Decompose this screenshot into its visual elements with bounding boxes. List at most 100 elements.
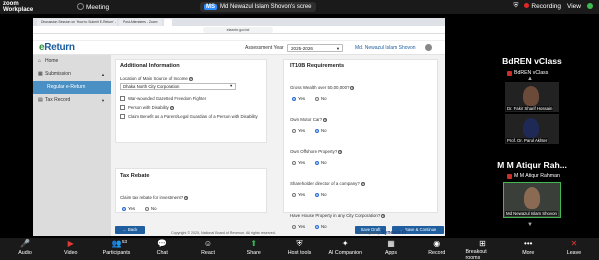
participant-label: M M Atiqur Rahman xyxy=(507,173,560,179)
chevron-down-icon[interactable]: ▼ xyxy=(527,222,533,228)
toolbar-label: Leave xyxy=(566,250,582,256)
radio-yes[interactable]: Yes xyxy=(292,96,305,101)
help-icon[interactable]: ? xyxy=(323,118,328,122)
browser-tab-active[interactable] xyxy=(163,19,172,26)
assessment-year-label: Assessment Year xyxy=(245,45,284,51)
toolbar-share-button[interactable]: ⬆ Share xyxy=(237,238,271,260)
sidebar-item-submission[interactable]: ▦ Submission ▲ xyxy=(33,68,111,81)
radio-no[interactable]: No xyxy=(315,96,327,101)
radio-no[interactable]: No xyxy=(315,128,327,133)
video-icon: ▶ xyxy=(67,239,74,248)
video-tile[interactable]: Dr. Fakir Sharif Hossain xyxy=(505,82,559,112)
toolbar-record-button[interactable]: ◉ Record xyxy=(420,238,454,260)
recording-indicator[interactable]: Recording xyxy=(524,2,561,10)
bookmarks-bar xyxy=(33,34,445,41)
help-icon[interactable]: ? xyxy=(169,106,174,110)
chevron-down-icon: ▼ xyxy=(101,98,105,103)
toolbar-breakout-rooms-button[interactable]: ⊞ Breakout rooms xyxy=(466,238,500,260)
avatar[interactable] xyxy=(425,44,432,51)
checkbox-freedom-fighter[interactable]: War-wounded Gazetted Freedom Fighter xyxy=(120,96,262,101)
submission-icon: ▦ xyxy=(38,71,43,77)
sidebar: ⌂ Home ▦ Submission ▲ Regular e-Return ▤ Tax… xyxy=(33,55,111,236)
audio-icon: 🎤 xyxy=(20,239,30,248)
zoom-logo: zoom Workplace xyxy=(3,1,34,13)
participants-icon: 👥 xyxy=(111,239,122,248)
chevron-down-icon: ▼ xyxy=(229,84,233,88)
address-bar[interactable]: etaxnbr.gov.bd xyxy=(33,26,445,34)
sidebar-item-home[interactable]: ⌂ Home xyxy=(33,55,111,68)
toolbar-video-button[interactable]: ▶ Video xyxy=(54,238,88,260)
chevron-up-icon[interactable]: ▲ xyxy=(527,76,533,82)
apps-icon: ▦ xyxy=(387,239,395,248)
mic-muted-icon xyxy=(507,173,512,179)
radio-no[interactable]: No xyxy=(315,224,327,229)
main-content: Additional Information Location of Main … xyxy=(111,55,445,236)
checkbox-guardian[interactable]: Claim Benefit as a Parent/Legal Guardian… xyxy=(120,114,262,119)
toolbar-label: Video xyxy=(64,250,78,256)
help-icon[interactable]: ? xyxy=(360,182,365,186)
active-speaker-tile[interactable]: Md Newazul Islam Shovon xyxy=(503,182,561,218)
radio-no[interactable]: No xyxy=(315,160,327,165)
location-select[interactable]: Dhaka North City Corporation ▼ xyxy=(120,83,236,90)
radio-yes[interactable]: Yes xyxy=(292,192,305,197)
question-shareholder-director: Shareholder director of a company?? xyxy=(290,181,365,186)
meeting-toolbar: 🎤 Audio ▶ Video 👥 53 Participants 💬 Chat ☺ React ⬆ S… xyxy=(0,238,599,260)
more-icon: ••• xyxy=(524,239,533,248)
leave-icon: ✕ xyxy=(570,239,578,248)
shield-icon: ⛨ xyxy=(513,2,519,9)
back-button[interactable]: ← Back xyxy=(115,226,145,234)
radio-yes[interactable]: Yes xyxy=(292,160,305,165)
toolbar-host-tools-button[interactable]: ⛨ Host tools xyxy=(283,238,317,260)
browser-tab[interactable]: Post Attendees - Zoom xyxy=(119,19,162,26)
ereturn-logo[interactable]: eReturn xyxy=(39,42,75,53)
radio-yes[interactable]: Yes xyxy=(292,128,305,133)
toolbar-more-button[interactable]: ••• More xyxy=(511,238,545,260)
question-gross-wealth: Gross Wealth over 50,00,000?? xyxy=(290,85,355,90)
info-icon xyxy=(77,3,84,10)
participant-name: M M Atiqur Rah... xyxy=(497,160,567,170)
user-name[interactable]: Md. Newazul Islam Shovon xyxy=(355,45,416,51)
help-icon[interactable]: ? xyxy=(350,86,355,90)
help-icon[interactable]: ? xyxy=(188,77,193,81)
home-icon: ⌂ xyxy=(38,58,42,64)
react-icon: ☺ xyxy=(203,239,213,248)
view-button[interactable]: View xyxy=(567,3,581,10)
additional-info-title: Additional Information xyxy=(120,63,180,69)
question-motor-car: Own Motor Car?? xyxy=(290,117,328,122)
checkbox-disability[interactable]: Person with Disability? xyxy=(120,105,262,110)
toolbar-label: Chat xyxy=(156,250,168,256)
video-tile[interactable]: Prof. Dr. Parul Akhter xyxy=(505,114,559,144)
sidebar-item-tax-record[interactable]: ▤ Tax Record ▼ xyxy=(33,94,111,107)
screen-share-badge[interactable]: MS Md Newazul Islam Shovon's scree xyxy=(200,2,316,12)
toolbar-participants-button[interactable]: 👥 53 Participants xyxy=(100,238,134,260)
toolbar-react-button[interactable]: ☺ React xyxy=(191,238,225,260)
mic-muted-icon xyxy=(507,70,512,76)
url-text[interactable]: etaxnbr.gov.bd xyxy=(203,27,273,33)
toolbar-ai-companion-button[interactable]: ✦ AI Companion xyxy=(328,238,362,260)
toolbar-label: React xyxy=(201,250,215,256)
radio-no[interactable]: No xyxy=(145,206,157,211)
ai-companion-icon: ✦ xyxy=(341,239,349,248)
toolbar-label: Audio xyxy=(18,250,32,256)
shared-screen: Discussion Session on 'How to Submit E-R… xyxy=(33,18,445,236)
share-icon: ⬆ xyxy=(250,239,258,248)
tax-rebate-card: Tax Rebate Claim tax rebate for investme… xyxy=(115,168,267,213)
help-icon[interactable]: ? xyxy=(184,196,189,200)
location-label: Location of Main Source of Income? xyxy=(120,76,193,81)
sidebar-item-regular-ereturn[interactable]: Regular e-Return xyxy=(33,81,111,94)
chat-icon: 💬 xyxy=(157,239,168,248)
additional-info-card: Additional Information Location of Main … xyxy=(115,59,267,143)
toolbar-leave-button[interactable]: ✕ Leave xyxy=(557,238,591,260)
help-icon[interactable]: ? xyxy=(381,214,386,218)
help-icon[interactable]: ? xyxy=(338,150,343,154)
toolbar-audio-button[interactable]: 🎤 Audio xyxy=(8,238,42,260)
radio-no[interactable]: No xyxy=(315,192,327,197)
browser-tab[interactable]: Discussion Session on 'How to Submit E-R… xyxy=(37,19,117,26)
toolbar-apps-button[interactable]: ▦ Apps xyxy=(374,238,408,260)
radio-yes[interactable]: Yes xyxy=(292,224,305,229)
toolbar-label: Breakout rooms xyxy=(465,249,487,260)
radio-yes[interactable]: Yes xyxy=(122,206,135,211)
toolbar-chat-button[interactable]: 💬 Chat xyxy=(145,238,179,260)
meeting-menu[interactable]: Meeting xyxy=(77,3,109,11)
assessment-year-select[interactable]: 2025-2026 ▼ xyxy=(287,44,343,52)
